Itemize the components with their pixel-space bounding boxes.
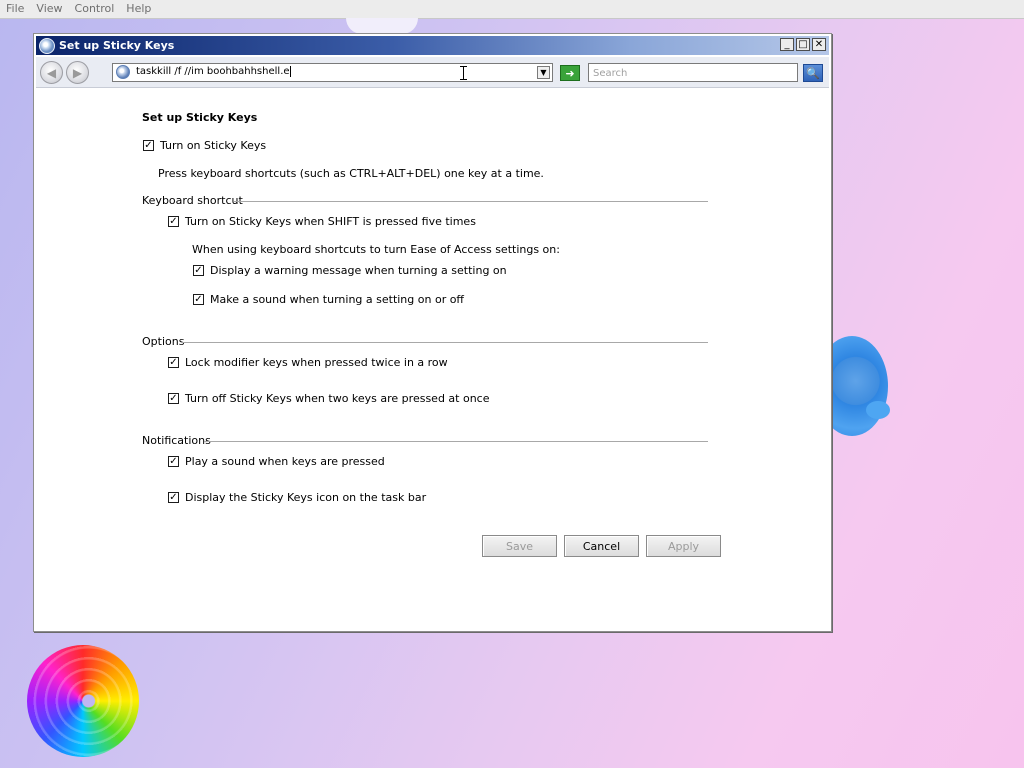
search-icon: 🔍: [806, 66, 820, 80]
forward-arrow-icon: ▶: [72, 65, 83, 80]
menu-control[interactable]: Control: [69, 0, 121, 18]
section-divider: [182, 342, 708, 343]
window-title: Set up Sticky Keys: [59, 39, 175, 52]
page-title: Set up Sticky Keys: [142, 111, 258, 124]
taskbar-icon-label[interactable]: Display the Sticky Keys icon on the task…: [185, 491, 426, 504]
menu-bar: File View Control Help: [0, 0, 1024, 19]
section-divider: [234, 201, 708, 202]
sticky-keys-window: Set up Sticky Keys _ □ ✕ ◀ ▶ taskkill /f…: [33, 33, 832, 632]
desktop-blue-blob-nub: [866, 401, 890, 419]
cancel-button[interactable]: Cancel: [564, 535, 639, 557]
warning-message-checkbox[interactable]: ✓: [193, 265, 204, 276]
section-divider: [204, 441, 708, 442]
play-sound-label[interactable]: Play a sound when keys are pressed: [185, 455, 385, 468]
close-button[interactable]: ✕: [812, 38, 826, 51]
address-dropdown-button[interactable]: ▼: [537, 66, 550, 79]
section-options: Options: [142, 335, 185, 348]
forward-button[interactable]: ▶: [66, 61, 89, 84]
rainbow-swirl-icon: [27, 645, 139, 757]
section-notifications: Notifications: [142, 434, 211, 447]
turn-on-sticky-keys-checkbox[interactable]: ✓: [143, 140, 154, 151]
lock-modifier-checkbox[interactable]: ✓: [168, 357, 179, 368]
save-button[interactable]: Save: [482, 535, 557, 557]
warning-message-label[interactable]: Display a warning message when turning a…: [210, 264, 507, 277]
turn-on-description: Press keyboard shortcuts (such as CTRL+A…: [158, 167, 544, 180]
control-panel-icon: [116, 65, 130, 79]
shift-five-times-checkbox[interactable]: ✓: [168, 216, 179, 227]
go-button[interactable]: ➜: [560, 65, 580, 81]
minimize-button[interactable]: _: [780, 38, 794, 51]
menu-view[interactable]: View: [30, 0, 68, 18]
shift-five-times-label[interactable]: Turn on Sticky Keys when SHIFT is presse…: [185, 215, 476, 228]
address-bar[interactable]: taskkill /f //im boohbahhshell.e ▼: [112, 63, 553, 82]
toolbar: ◀ ▶ taskkill /f //im boohbahhshell.e ▼ ➜…: [36, 57, 829, 88]
go-arrow-icon: ➜: [565, 66, 575, 80]
desktop-blob-top: [346, 18, 418, 34]
menu-help[interactable]: Help: [120, 0, 157, 18]
lock-modifier-label[interactable]: Lock modifier keys when pressed twice in…: [185, 356, 448, 369]
back-arrow-icon: ◀: [46, 65, 57, 80]
turn-off-two-keys-checkbox[interactable]: ✓: [168, 393, 179, 404]
make-sound-checkbox[interactable]: ✓: [193, 294, 204, 305]
section-keyboard-shortcut: Keyboard shortcut: [142, 194, 243, 207]
play-sound-checkbox[interactable]: ✓: [168, 456, 179, 467]
search-input[interactable]: [591, 65, 795, 82]
text-cursor-icon: [460, 66, 467, 80]
back-button[interactable]: ◀: [40, 61, 63, 84]
turn-off-two-keys-label[interactable]: Turn off Sticky Keys when two keys are p…: [185, 392, 490, 405]
search-box[interactable]: [588, 63, 798, 82]
menu-file[interactable]: File: [0, 0, 30, 18]
taskbar-icon-checkbox[interactable]: ✓: [168, 492, 179, 503]
make-sound-label[interactable]: Make a sound when turning a setting on o…: [210, 293, 464, 306]
maximize-button[interactable]: □: [796, 38, 810, 51]
search-button[interactable]: 🔍: [803, 64, 823, 82]
title-bar[interactable]: Set up Sticky Keys _ □ ✕: [36, 36, 829, 55]
turn-on-sticky-keys-label[interactable]: Turn on Sticky Keys: [160, 139, 266, 152]
apply-button[interactable]: Apply: [646, 535, 721, 557]
content-area: Set up Sticky Keys ✓ Turn on Sticky Keys…: [34, 90, 831, 631]
window-icon: [39, 37, 55, 54]
ease-access-subheading: When using keyboard shortcuts to turn Ea…: [192, 243, 560, 256]
address-input[interactable]: taskkill /f //im boohbahhshell.e: [136, 66, 291, 77]
